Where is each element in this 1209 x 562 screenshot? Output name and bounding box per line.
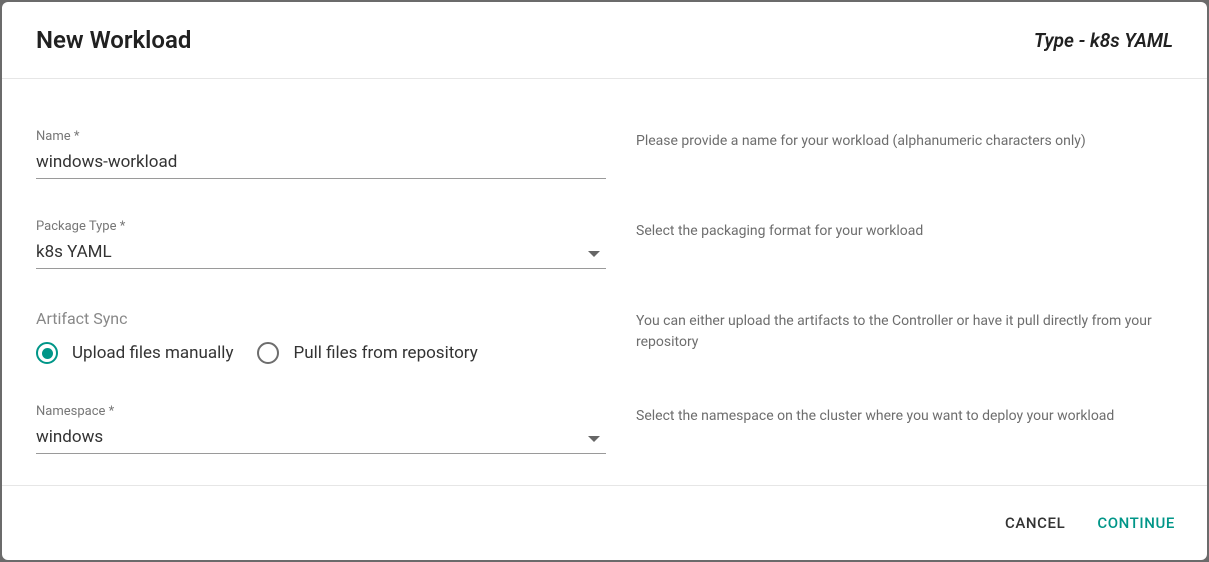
- namespace-value: windows: [36, 427, 606, 447]
- artifact-sync-hint: You can either upload the artifacts to t…: [636, 309, 1173, 353]
- artifact-sync-radio-group: Upload files manually Pull files from re…: [36, 342, 606, 364]
- type-value: k8s YAML: [1090, 29, 1173, 52]
- namespace-label: Namespace *: [36, 404, 606, 419]
- row-artifact-sync: Artifact Sync Upload files manually Pull…: [36, 309, 1173, 364]
- namespace-select[interactable]: windows: [36, 425, 606, 454]
- chevron-down-icon: [588, 436, 600, 442]
- package-type-hint: Select the packaging format for your wor…: [636, 219, 1173, 242]
- chevron-down-icon: [588, 251, 600, 257]
- radio-pull-label: Pull files from repository: [293, 343, 477, 363]
- package-type-label: Package Type *: [36, 219, 606, 234]
- field-package-type: Package Type * k8s YAML: [36, 219, 606, 269]
- field-namespace: Namespace * windows: [36, 404, 606, 454]
- modal-title: New Workload: [36, 26, 191, 54]
- radio-upload-label: Upload files manually: [72, 343, 233, 363]
- field-name: Name *: [36, 129, 606, 179]
- modal-header: New Workload Type - k8s YAML: [2, 2, 1207, 79]
- radio-selected-icon: [36, 342, 58, 364]
- modal-type: Type - k8s YAML: [1034, 29, 1173, 52]
- artifact-sync-label: Artifact Sync: [36, 309, 606, 328]
- continue-button[interactable]: CONTINUE: [1095, 510, 1177, 536]
- package-type-value: k8s YAML: [36, 242, 606, 262]
- namespace-hint: Select the namespace on the cluster wher…: [636, 404, 1173, 427]
- row-namespace: Namespace * windows Select the namespace…: [36, 404, 1173, 454]
- type-prefix: Type -: [1034, 29, 1090, 52]
- modal-footer: CANCEL CONTINUE: [2, 485, 1207, 560]
- radio-unselected-icon: [257, 342, 279, 364]
- row-name: Name * Please provide a name for your wo…: [36, 129, 1173, 179]
- radio-pull-from-repository[interactable]: Pull files from repository: [257, 342, 477, 364]
- cancel-button[interactable]: CANCEL: [1003, 510, 1067, 536]
- new-workload-modal: New Workload Type - k8s YAML Name * Plea…: [2, 2, 1207, 560]
- name-input[interactable]: [36, 150, 606, 179]
- row-package-type: Package Type * k8s YAML Select the packa…: [36, 219, 1173, 269]
- modal-body: Name * Please provide a name for your wo…: [2, 79, 1207, 485]
- name-hint: Please provide a name for your workload …: [636, 129, 1173, 152]
- field-artifact-sync: Artifact Sync Upload files manually Pull…: [36, 309, 606, 364]
- name-label: Name *: [36, 129, 606, 144]
- radio-upload-manually[interactable]: Upload files manually: [36, 342, 233, 364]
- package-type-select[interactable]: k8s YAML: [36, 240, 606, 269]
